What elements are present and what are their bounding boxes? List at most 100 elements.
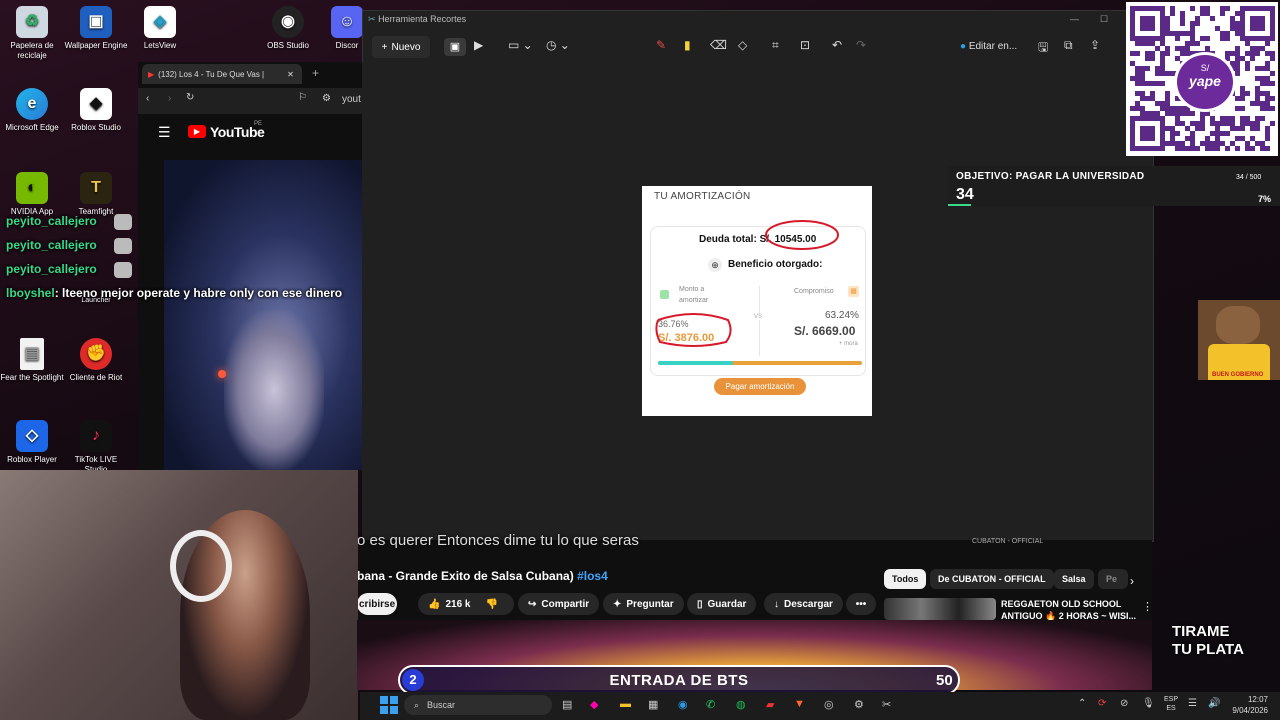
tray-app-icon[interactable]: ⟳ bbox=[1098, 698, 1106, 709]
copilot-icon[interactable]: ◆ bbox=[590, 698, 598, 711]
forward-icon[interactable]: › bbox=[168, 93, 171, 104]
desktop-icon-edge[interactable]: e Microsoft Edge bbox=[0, 88, 64, 133]
minimize-icon[interactable]: — bbox=[1070, 14, 1079, 24]
spotify-icon[interactable]: ◍ bbox=[736, 698, 746, 711]
riot-icon: ✊ bbox=[80, 338, 112, 370]
qr-module bbox=[1255, 96, 1260, 101]
save-button[interactable]: ▯ Guardar bbox=[687, 593, 757, 615]
browser-tab[interactable]: ▶ (132) Los 4 - Tu De Que Vas | ✕ bbox=[142, 64, 302, 84]
share-button[interactable]: ↪ Compartir bbox=[518, 593, 600, 615]
download-icon: ↓ bbox=[774, 598, 779, 610]
qr-module bbox=[1160, 136, 1165, 141]
chip-more[interactable]: Pe bbox=[1098, 569, 1128, 589]
share-icon[interactable]: ⇪ bbox=[1090, 38, 1100, 52]
desktop-icon-fear-the-spotlight[interactable]: ▤ Fear the Spotlight bbox=[0, 338, 64, 383]
back-icon[interactable]: ‹ bbox=[146, 93, 149, 104]
ask-button[interactable]: ✦ Preguntar bbox=[603, 593, 684, 615]
desktop-icon-tiktok[interactable]: ♪ TikTok LIVE Studio bbox=[64, 420, 128, 475]
chip-salsa[interactable]: Salsa bbox=[1054, 569, 1094, 589]
timer-icon[interactable]: ◷ ⌄ bbox=[546, 38, 570, 52]
qr-module bbox=[1215, 121, 1220, 126]
chip-all[interactable]: Todos bbox=[884, 569, 927, 589]
chips-next-icon[interactable]: › bbox=[1130, 574, 1134, 588]
qr-module bbox=[1130, 61, 1135, 66]
desktop-icon-roblox-studio[interactable]: ◆ Roblox Studio bbox=[64, 88, 128, 133]
tray-network-off-icon[interactable]: ⊘ bbox=[1120, 698, 1128, 709]
crop-icon[interactable]: ⌗ bbox=[772, 38, 779, 53]
start-icon[interactable] bbox=[380, 696, 398, 714]
desktop-icon-recycle-bin[interactable]: ♻ Papelera de reciclaje bbox=[0, 6, 64, 61]
qr-module bbox=[1150, 146, 1155, 151]
more-actions-icon[interactable]: ••• bbox=[846, 593, 876, 615]
site-info-icon[interactable]: ⚙ bbox=[322, 93, 331, 104]
youtube-logo-icon[interactable]: ▶ bbox=[188, 125, 206, 138]
shapes-icon[interactable]: ◇ bbox=[738, 38, 747, 52]
menu-icon[interactable]: ☰ bbox=[158, 124, 171, 141]
edge-taskbar-icon[interactable]: ◉ bbox=[678, 698, 688, 711]
qr-module bbox=[1240, 96, 1245, 101]
close-tab-icon[interactable]: ✕ bbox=[287, 70, 294, 79]
language-indicator[interactable]: ESP ES bbox=[1164, 695, 1178, 713]
desktop-icon-letsview[interactable]: ◈ LetsView bbox=[128, 6, 192, 51]
volume-icon[interactable]: 🔊 bbox=[1208, 698, 1220, 709]
undo-icon[interactable]: ↶ bbox=[832, 38, 842, 52]
edit-in-button[interactable]: ● Editar en... bbox=[960, 41, 1017, 52]
qr-module bbox=[1170, 126, 1175, 131]
taskbar-search[interactable]: ⌕ Buscar bbox=[404, 695, 552, 715]
rectangle-mode-icon[interactable]: ▭ ⌄ bbox=[508, 38, 533, 52]
chip-cubaton[interactable]: De CUBATON - OFFICIAL bbox=[930, 569, 1054, 589]
clock[interactable]: 12:07 9/04/2026 bbox=[1226, 694, 1268, 716]
subscribe-button[interactable]: cribirse bbox=[357, 593, 397, 615]
screenshot-mode-icon[interactable]: ▣ bbox=[444, 38, 466, 56]
bookmark-icon[interactable]: ⚐ bbox=[298, 92, 307, 103]
tray-expand-icon[interactable]: ⌃ bbox=[1078, 698, 1086, 709]
desktop-icon-riot[interactable]: ✊ Cliente de Riot bbox=[64, 338, 128, 383]
qr-module bbox=[1230, 141, 1235, 146]
snipping-taskbar-icon[interactable]: ✂ bbox=[882, 698, 891, 711]
store-icon[interactable]: ▦ bbox=[648, 698, 658, 711]
youtube-favicon-icon: ▶ bbox=[148, 69, 155, 79]
recommendation-title[interactable]: REGGAETON OLD SCHOOL ANTIGUO 🔥 2 HORAS ~ … bbox=[1001, 598, 1136, 622]
qr-module bbox=[1130, 106, 1135, 111]
qr-module bbox=[1195, 41, 1200, 46]
text-actions-icon[interactable]: ⊡ bbox=[800, 38, 810, 52]
qr-module bbox=[1130, 21, 1135, 26]
video-player[interactable] bbox=[164, 160, 362, 470]
recommendation-thumbnail[interactable] bbox=[884, 598, 996, 620]
copy-icon[interactable]: ⧉ bbox=[1064, 38, 1073, 53]
settings-icon[interactable]: ⚙ bbox=[854, 698, 864, 711]
brave-icon[interactable]: ▼ bbox=[794, 698, 805, 710]
teamfight-icon: T bbox=[80, 172, 112, 204]
whatsapp-icon[interactable]: ✆ bbox=[706, 698, 715, 711]
file-explorer-icon[interactable]: ▬ bbox=[620, 698, 631, 710]
bar-text: ENTRADA DE BTS bbox=[609, 672, 749, 689]
eraser-icon[interactable]: ⌫ bbox=[710, 38, 727, 52]
desktop-icon-obs[interactable]: ◉ OBS Studio bbox=[256, 6, 320, 51]
video-mode-icon[interactable]: ▶ bbox=[474, 38, 483, 52]
microphone-icon[interactable]: 🎙 bbox=[1142, 698, 1155, 709]
new-tab-icon[interactable]: + bbox=[312, 66, 319, 80]
highlighter-icon[interactable]: ▮ bbox=[684, 38, 691, 52]
desktop-icon-teamfight[interactable]: T Teamfight bbox=[64, 172, 128, 217]
wifi-icon[interactable]: ☰ bbox=[1188, 698, 1197, 709]
like-button[interactable]: 👍 216 k 👎 bbox=[418, 593, 514, 615]
desktop-icon-discord[interactable]: ☺ Discor bbox=[330, 6, 364, 51]
qr-module bbox=[1235, 66, 1240, 71]
obs-taskbar-icon[interactable]: ◎ bbox=[824, 698, 834, 711]
desktop-icon-nvidia[interactable]: ◐ NVIDIA App bbox=[0, 172, 64, 217]
app-icon[interactable]: ▰ bbox=[766, 698, 774, 711]
reload-icon[interactable]: ↻ bbox=[186, 92, 194, 103]
address-bar[interactable]: yout bbox=[342, 94, 361, 105]
recommendation-menu-icon[interactable]: ⋮ bbox=[1142, 600, 1153, 613]
qr-module bbox=[1215, 126, 1220, 131]
redo-icon[interactable]: ↷ bbox=[856, 38, 866, 52]
task-view-icon[interactable]: ▤ bbox=[562, 698, 572, 711]
pay-amortization-button[interactable]: Pagar amortización bbox=[714, 378, 806, 395]
new-snip-button[interactable]: + Nuevo bbox=[372, 36, 430, 58]
desktop-icon-wallpaper-engine[interactable]: ▣ Wallpaper Engine bbox=[64, 6, 128, 51]
pen-icon[interactable]: ✎ bbox=[656, 38, 666, 52]
maximize-icon[interactable]: ☐ bbox=[1100, 14, 1108, 25]
download-button[interactable]: ↓ Descargar bbox=[764, 593, 843, 615]
save-icon[interactable]: 🖫 bbox=[1038, 38, 1048, 59]
desktop-icon-roblox-player[interactable]: ◇ Roblox Player bbox=[0, 420, 64, 465]
